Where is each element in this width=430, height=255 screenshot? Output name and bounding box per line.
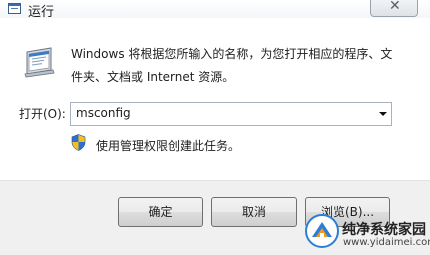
close-icon: ✕ [389, 0, 401, 14]
open-combobox[interactable]: msconfig [70, 102, 392, 126]
title-bar: 运行 ✕ [0, 0, 430, 20]
run-window-icon [8, 3, 21, 14]
window-title: 运行 [28, 5, 55, 20]
watermark: 纯净系统家园 www.yidaimei.com [304, 213, 430, 254]
run-program-icon [24, 47, 55, 78]
open-label: 打开(O): [19, 107, 66, 121]
cancel-button[interactable]: 取消 [211, 197, 297, 227]
dropdown-arrow-icon[interactable] [379, 112, 387, 116]
run-dialog: 运行 ✕ Windows 将根据您所输入的名称，为您打开相应的程序、文件夹、文档… [0, 0, 430, 255]
admin-note: 使用管理权限创建此任务。 [96, 139, 241, 153]
run-description: Windows 将根据您所输入的名称，为您打开相应的程序、文件夹、文档或 Int… [71, 47, 393, 84]
open-input-value[interactable]: msconfig [76, 106, 131, 120]
close-button[interactable]: ✕ [370, 0, 418, 17]
site-logo-icon [305, 214, 339, 248]
watermark-url: www.yidaimei.com [343, 237, 430, 248]
watermark-name: 纯净系统家园 [342, 222, 426, 238]
ok-button[interactable]: 确定 [118, 197, 203, 227]
uac-shield-icon [71, 134, 86, 151]
